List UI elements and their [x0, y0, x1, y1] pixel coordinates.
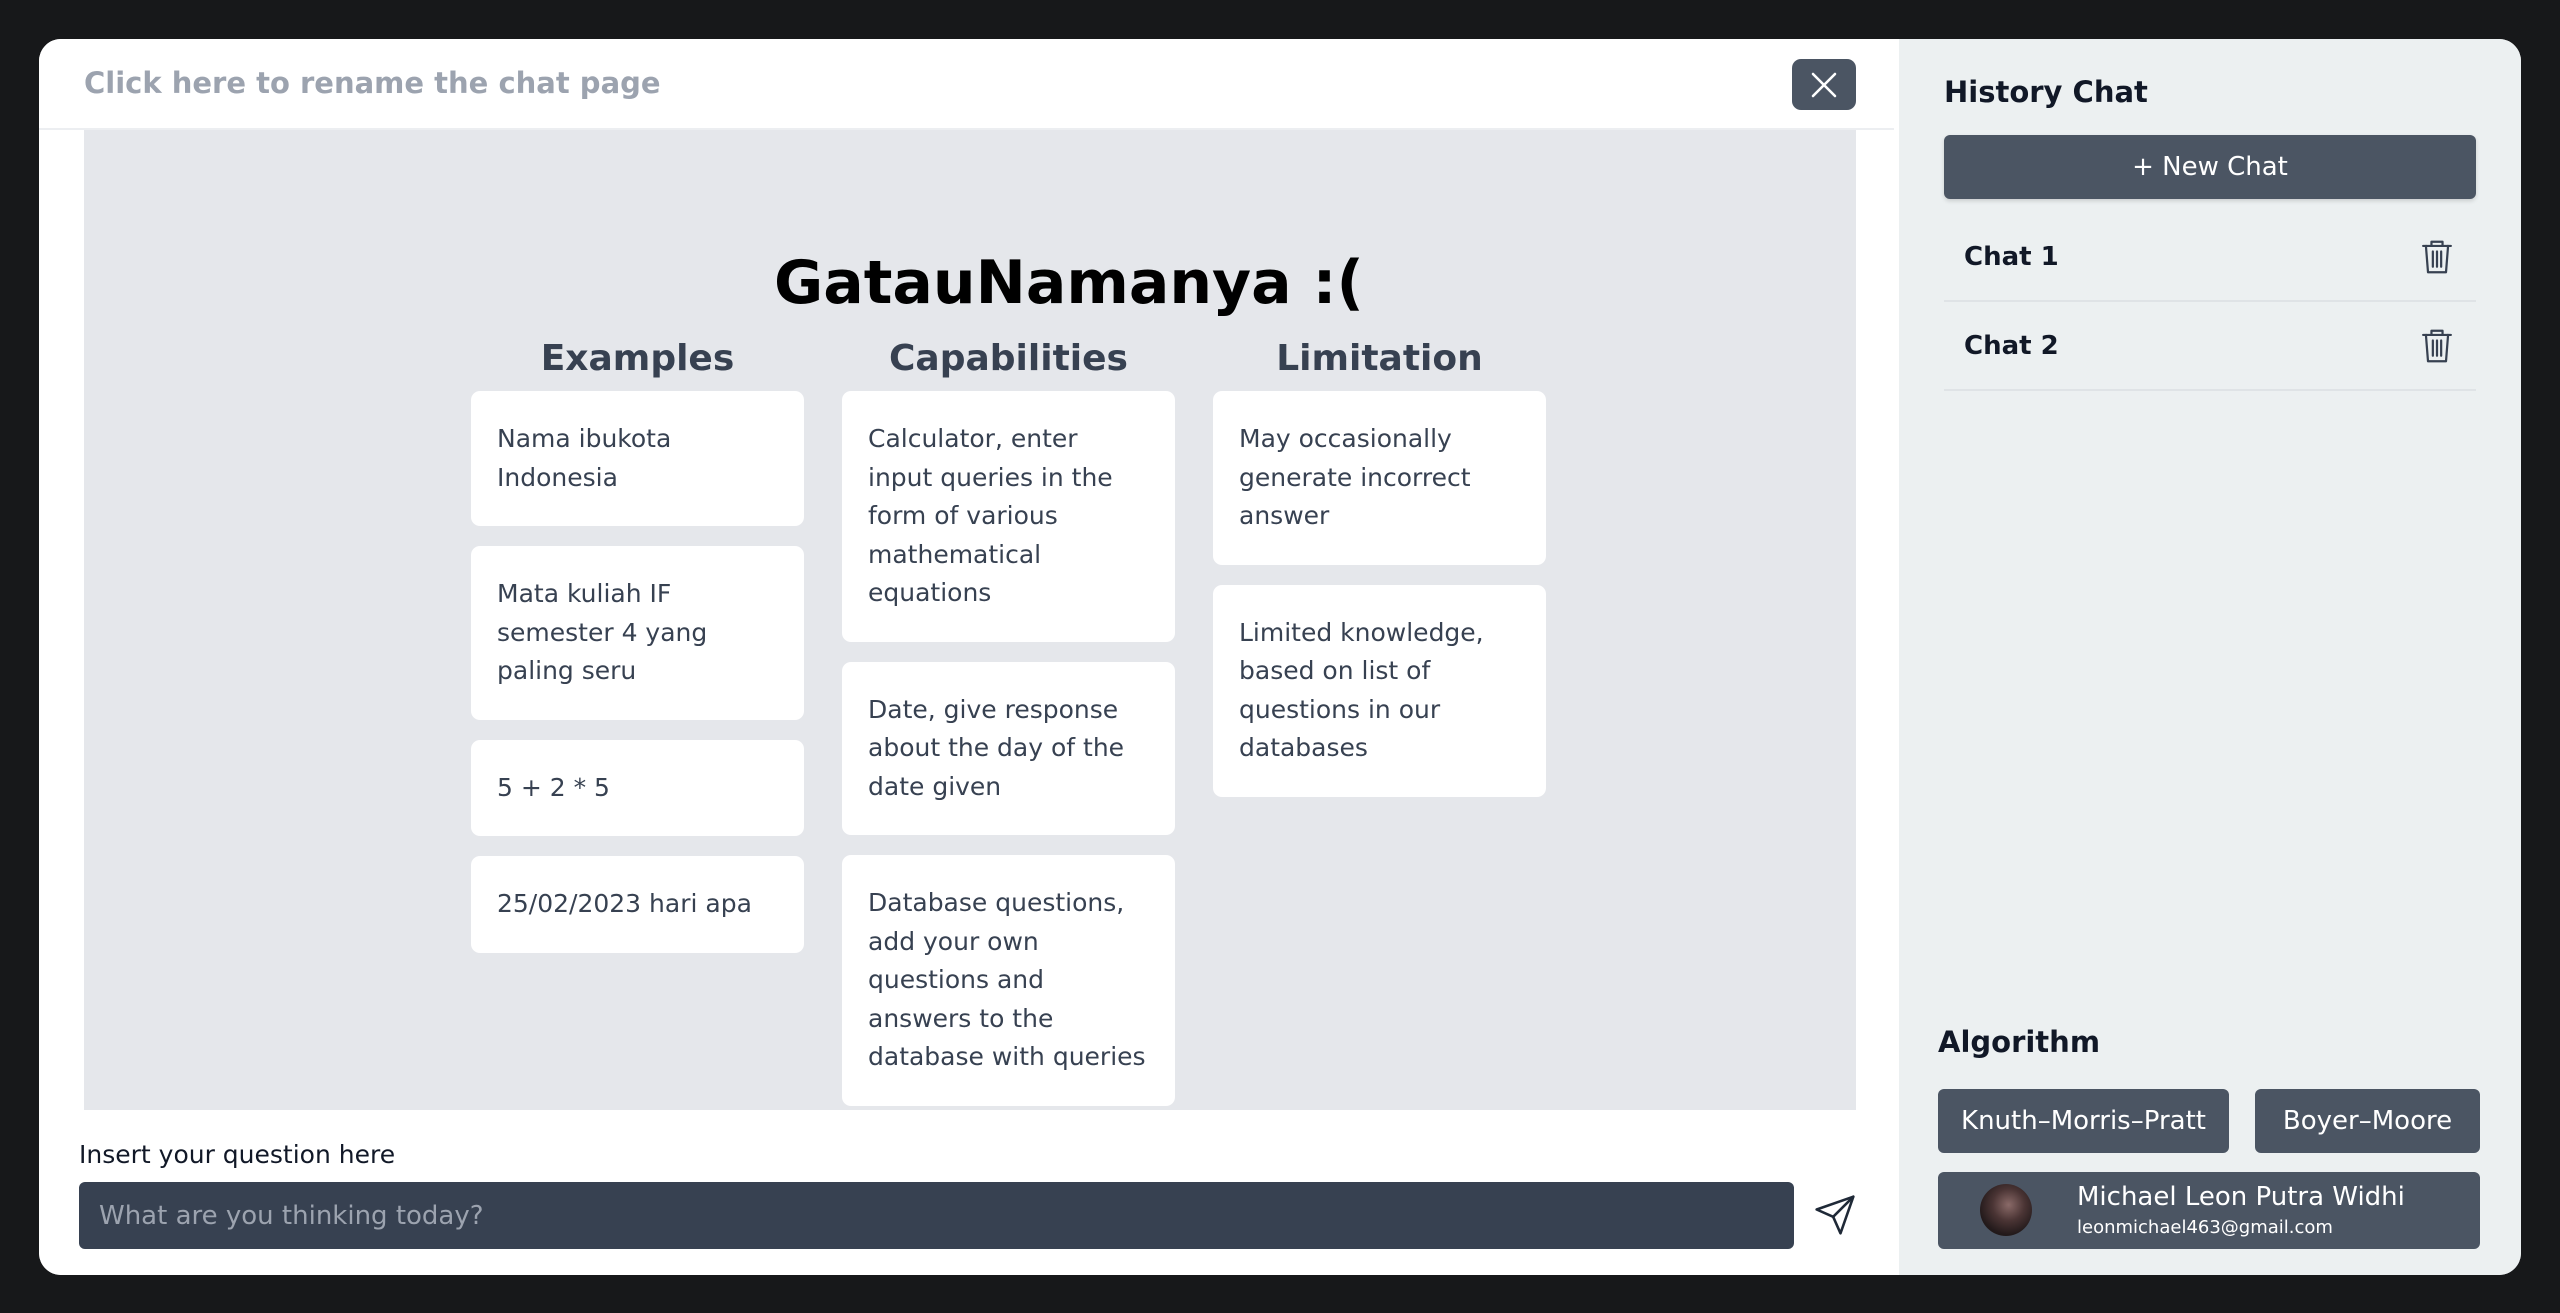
example-card[interactable]: Mata kuliah IF semester 4 yang paling se… — [471, 546, 804, 720]
trash-icon[interactable] — [2420, 239, 2454, 275]
chat-history-list: Chat 1 Chat 2 — [1944, 213, 2476, 391]
capabilities-column: Capabilities Calculator, enter input que… — [842, 328, 1175, 1126]
capabilities-heading: Capabilities — [889, 338, 1128, 379]
user-profile[interactable]: Michael Leon Putra Widhi leonmichael463@… — [1938, 1172, 2480, 1249]
capability-card: Calculator, enter input queries in the f… — [842, 391, 1175, 642]
history-sidebar: History Chat + New Chat Chat 1 Chat 2 Al… — [1899, 39, 2521, 1275]
chat-item-label: Chat 1 — [1964, 242, 2059, 272]
send-button[interactable] — [1809, 1189, 1861, 1241]
limitation-heading: Limitation — [1276, 338, 1483, 379]
kmp-algorithm-button[interactable]: Knuth–Morris–Pratt — [1938, 1089, 2229, 1153]
rename-chat-title[interactable]: Click here to rename the chat page — [84, 66, 661, 100]
capability-card: Database questions, add your own questio… — [842, 855, 1175, 1106]
limitation-column: Limitation May occasionally generate inc… — [1213, 328, 1546, 817]
example-card[interactable]: 5 + 2 * 5 — [471, 739, 804, 836]
welcome-panel: GatauNamanya :( Examples Nama ibukota In… — [84, 130, 1856, 1110]
question-label: Insert your question here — [79, 1140, 396, 1169]
profile-email: leonmichael463@gmail.com — [2077, 1217, 2333, 1238]
examples-column: Examples Nama ibukota Indonesia Mata kul… — [471, 328, 804, 973]
chat-main-area: Click here to rename the chat page Gatau… — [39, 39, 1899, 1275]
profile-name: Michael Leon Putra Widhi — [2077, 1182, 2405, 1212]
example-card[interactable]: Nama ibukota Indonesia — [471, 391, 804, 526]
example-card[interactable]: 25/02/2023 hari apa — [471, 856, 804, 953]
limitation-card: Limited knowledge, based on list of ques… — [1213, 584, 1546, 797]
algorithm-title: Algorithm — [1938, 1025, 2101, 1059]
avatar — [1980, 1184, 2032, 1236]
close-icon — [1811, 72, 1837, 97]
close-button[interactable] — [1792, 59, 1856, 110]
chat-header: Click here to rename the chat page — [39, 39, 1894, 130]
history-chat-title: History Chat — [1944, 75, 2148, 109]
capability-card: Date, give response about the day of the… — [842, 661, 1175, 835]
chat-history-item[interactable]: Chat 1 — [1944, 213, 2476, 302]
limitation-card: May occasionally generate incorrect answ… — [1213, 391, 1546, 565]
app-brand-title: GatauNamanya :( — [774, 248, 1364, 318]
chat-history-item[interactable]: Chat 2 — [1944, 302, 2476, 391]
trash-icon[interactable] — [2420, 328, 2454, 364]
boyer-moore-algorithm-button[interactable]: Boyer–Moore — [2255, 1089, 2480, 1153]
question-input[interactable] — [79, 1182, 1794, 1249]
examples-heading: Examples — [540, 338, 735, 379]
chat-item-label: Chat 2 — [1964, 331, 2059, 361]
app-window: Click here to rename the chat page Gatau… — [39, 39, 2521, 1275]
new-chat-button[interactable]: + New Chat — [1944, 135, 2476, 199]
send-icon — [1815, 1195, 1855, 1235]
